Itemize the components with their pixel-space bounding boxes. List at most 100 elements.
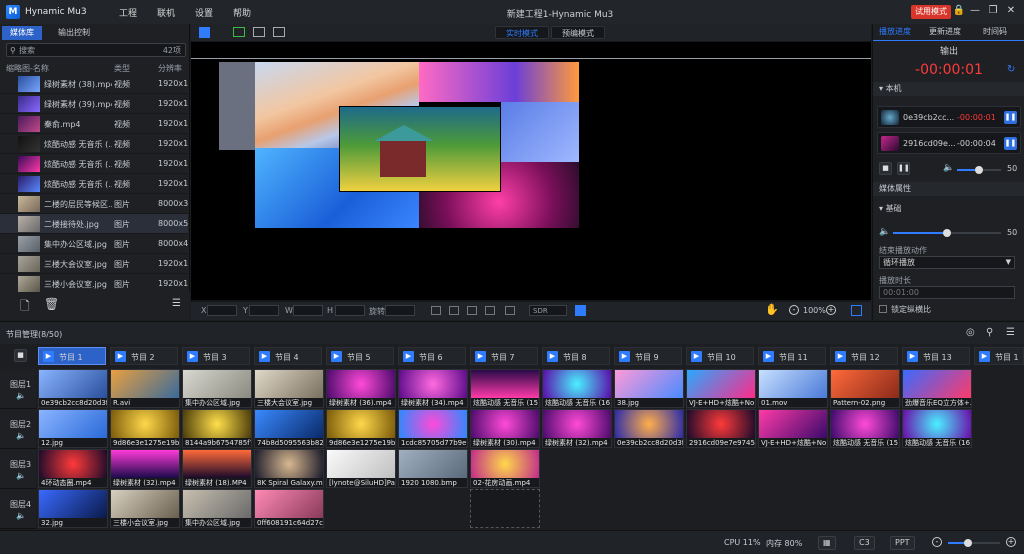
ftb-icon[interactable] [273,27,285,37]
w-input[interactable] [293,305,323,316]
align-icon-2[interactable] [449,306,459,315]
maximize-icon[interactable]: ❐ [986,4,1000,18]
refresh-icon[interactable]: ↻ [1007,64,1015,75]
sdr-select[interactable]: SDR [529,305,567,316]
program-cell[interactable]: 绿树素材 (34).mp4 [398,369,468,408]
snapshot-icon[interactable] [575,305,586,316]
end-action-select[interactable]: 循环播放 ▼ [879,256,1015,269]
fullscreen-icon[interactable] [505,306,515,315]
program-cell[interactable]: 9d86e3e1275e19b6... [326,409,396,448]
text-icon[interactable] [253,27,265,37]
program-cell[interactable]: 炫酷动感 无音乐 (16)... [902,409,972,448]
program-cell[interactable]: 三楼小会议室.jpg [110,489,180,528]
program-cell[interactable]: 劲爆音乐EQ立方体+... [902,369,972,408]
trial-mode-badge[interactable]: 试用模式 [911,5,951,19]
program-tab-5[interactable]: ▶ 节目 5 [326,347,394,365]
tab-timecode[interactable]: 时间码 [983,26,1007,38]
canvas-grey-layer[interactable] [219,62,255,150]
media-row[interactable]: 绿树素材 (38).mp4 视频 1920x1 [0,74,188,94]
x-input[interactable] [207,305,237,316]
local-section[interactable]: ▾ 本机 [873,82,1024,96]
media-row[interactable]: 二楼接待处.jpg 图片 8000x5 [0,214,188,234]
menu-settings[interactable]: 设置 [191,6,217,19]
duration-input[interactable]: 00:01:00 [879,286,1015,299]
canvas-layer-house[interactable] [339,106,501,192]
list-view-icon[interactable]: ☰ [172,298,181,309]
program-tab-8[interactable]: ▶ 节目 8 [542,347,610,365]
fit-icon[interactable] [851,305,862,316]
layer-volume-icon[interactable]: 🔈 [16,431,26,440]
basic-volume-knob[interactable] [943,229,951,237]
col-name[interactable]: 缩略图-名称 [6,63,49,74]
media-row[interactable]: 二楼的层民等候区... 图片 8000x3 [0,194,188,214]
program-tab-11[interactable]: ▶ 节目 11 [758,347,826,365]
canvas-layer-neon[interactable] [419,62,579,102]
media-row[interactable]: 绿树素材 (39).mp4 视频 1920x1 [0,94,188,114]
zoom-out-icon[interactable]: - [789,305,799,315]
program-cell[interactable]: 8144a9b6754785f79... [182,409,252,448]
rotate-input[interactable] [385,305,415,316]
canvas-layer-blue[interactable] [501,102,579,162]
program-cell[interactable]: [lynote@SiluHD]Pan... [326,449,396,488]
program-tab-2[interactable]: ▶ 节目 2 [110,347,178,365]
program-stop-button[interactable]: ■ [14,349,27,362]
program-cell[interactable]: 集中办公区域.jpg [182,369,252,408]
tab-media-library[interactable]: 媒体库 [2,26,42,40]
program-cell[interactable]: 4环动态圈.mp4 [38,449,108,488]
layer-volume-icon[interactable]: 🔈 [16,471,26,480]
program-cell[interactable]: 74b8d5095563b82b... [254,409,324,448]
lock-icon[interactable]: 🔒 [952,4,966,18]
grid-zoom-slider[interactable] [948,539,1000,547]
program-cell[interactable]: 炫酷动感 无音乐 (16)... [542,369,612,408]
program-tab-9[interactable]: ▶ 节目 9 [614,347,682,365]
program-cell[interactable]: 炫酷动感 无音乐 (15)... [830,409,900,448]
program-cell[interactable]: 12.jpg [38,409,108,448]
program-cell[interactable]: 8K Spiral Galaxy.mp4 [254,449,324,488]
h-input[interactable] [335,305,365,316]
y-input[interactable] [249,305,279,316]
ppt-button[interactable]: PPT [890,536,915,550]
layer-4[interactable]: 图层4 🔈 [0,489,36,529]
search-input[interactable]: ⚲ 搜索 42项 [6,43,186,57]
media-row[interactable]: 三楼小会议室.jpg 图片 1920x1 [0,274,188,294]
grid-icon[interactable] [199,27,210,38]
program-cell[interactable]: 炫酷动感 无音乐 (15)... [470,369,540,408]
target-icon[interactable]: ◎ [966,327,975,338]
close-icon[interactable]: ✕ [1004,4,1018,18]
menu-icon[interactable]: ☰ [1006,327,1015,338]
program-tab-7[interactable]: ▶ 节目 7 [470,347,538,365]
basic-section[interactable]: ▾ 基础 [873,202,1024,216]
program-cell[interactable]: Pattern-02.png [830,369,900,408]
pause-button-2[interactable]: ❚❚ [1004,137,1017,150]
minimize-icon[interactable]: — [968,4,982,18]
player-row-1[interactable]: 0e39cb2cc... -00:00:01 ❚❚ [877,106,1021,128]
program-cell[interactable]: 绿树素材 (32).mp4 [542,409,612,448]
grid-zoom-in-icon[interactable]: + [1006,537,1016,547]
program-cell[interactable]: 绿树素材 (36).mp4 [326,369,396,408]
delete-icon[interactable]: 🗑 [44,297,59,311]
volume-icon[interactable]: 🔈 [943,163,954,173]
align-icon-3[interactable] [467,306,477,315]
program-tab-13[interactable]: ▶ 节目 13 [902,347,970,365]
preview-canvas[interactable] [191,42,871,300]
layer-1[interactable]: 图层1 🔈 [0,369,36,409]
volume-knob[interactable] [975,166,983,174]
media-row[interactable]: 炫酷动感 无音乐 (... 视频 1920x1 [0,174,188,194]
zoom-in-icon[interactable]: + [826,305,836,315]
tab-update-progress[interactable]: 更新进度 [929,26,961,38]
lock-ratio-checkbox[interactable] [879,305,887,313]
volume-slider[interactable] [957,166,1001,174]
program-cell[interactable]: 0e39cb2cc8d20d3f... [38,369,108,408]
pin-icon[interactable]: ⚲ [986,327,993,338]
program-cell[interactable]: 9d86e3e1275e19b6... [110,409,180,448]
media-row[interactable]: 炫酷动感 无音乐 (... 视频 1920x1 [0,154,188,174]
basic-volume-slider[interactable] [893,229,1001,237]
program-cell[interactable]: 集中办公区域.jpg [182,489,252,528]
media-row[interactable]: 秦俞.mp4 视频 1920x1 [0,114,188,134]
tab-output-control[interactable]: 输出控制 [50,26,98,40]
empty-drop-slot[interactable] [470,489,540,528]
col-resolution[interactable]: 分辨率 [158,63,182,74]
program-cell[interactable]: 三楼大会议室.jpg [254,369,324,408]
program-tab-12[interactable]: ▶ 节目 12 [830,347,898,365]
media-row[interactable]: 集中办公区域.jpg 图片 8000x4 [0,234,188,254]
